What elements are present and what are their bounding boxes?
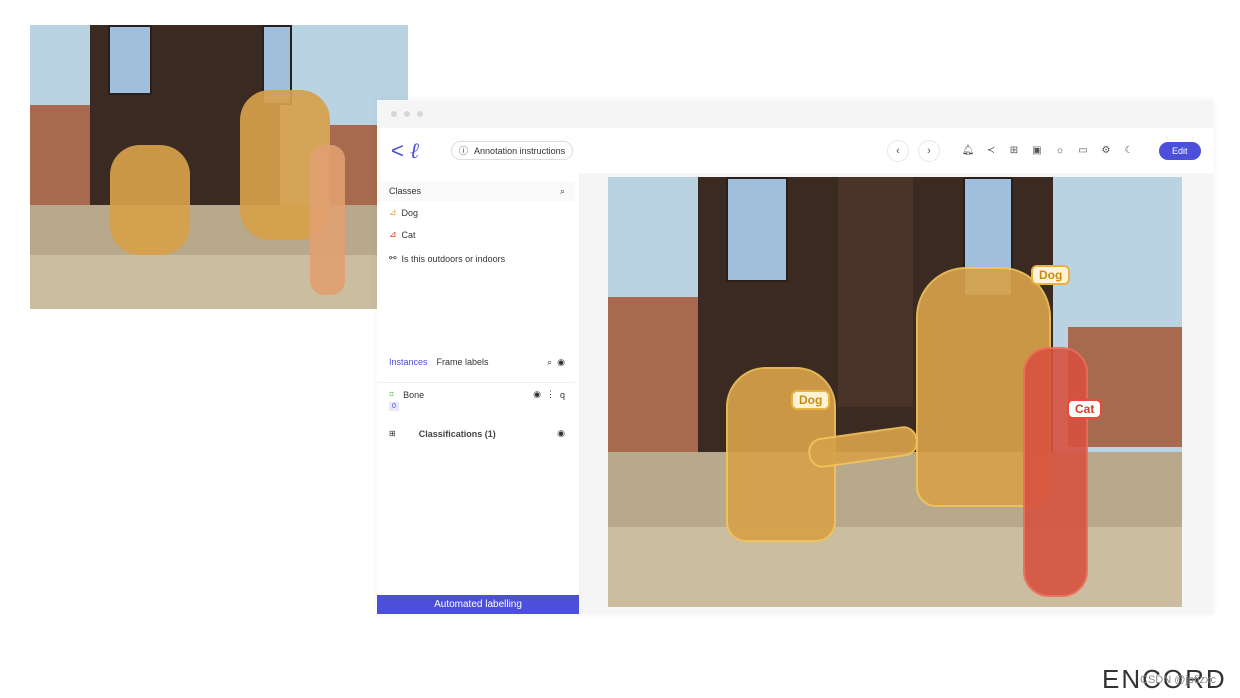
tab-frame-labels[interactable]: Frame labels	[437, 357, 489, 367]
app-logo-icon: ℓ	[409, 138, 420, 164]
polygon-icon: ⊿	[389, 229, 397, 239]
title-bar	[377, 100, 1213, 128]
instance-item[interactable]: ⌗ Bone ◉ ⋮ q	[377, 382, 575, 400]
share-icon[interactable]: ≺	[984, 145, 998, 156]
annotation-canvas[interactable]: Dog Dog Cat	[608, 177, 1182, 607]
left-sidebar: Classes ⌕ ⊿ Dog ⊿ Cat ⚯ Is this outdoors or …	[377, 173, 579, 595]
eye-icon[interactable]: ◉	[557, 357, 565, 368]
moon-icon[interactable]: ☾	[1122, 145, 1136, 156]
class-item-cat[interactable]: ⊿ Cat	[377, 229, 575, 240]
cat-mask[interactable]	[1023, 347, 1088, 597]
tab-instances[interactable]: Instances	[389, 357, 428, 367]
save-icon[interactable]: ▣	[1030, 145, 1044, 156]
previous-button[interactable]: ‹	[887, 139, 909, 162]
expand-icon[interactable]: ⊞	[389, 429, 396, 438]
sun-icon[interactable]: ☼	[1053, 145, 1067, 156]
original-photo	[30, 25, 408, 309]
search-icon[interactable]: ⌕	[560, 186, 565, 197]
label-cat[interactable]: Cat	[1067, 399, 1103, 419]
classification-icon: ⚯	[389, 253, 397, 263]
info-icon: ⓘ	[459, 146, 469, 156]
label-dog[interactable]: Dog	[791, 390, 831, 410]
search-icon[interactable]: ⌕	[547, 357, 552, 368]
watermark: CSDN @jpfizxc	[1140, 674, 1216, 686]
bell-icon[interactable]: 🔔︎	[961, 145, 975, 156]
eye-icon[interactable]: ◉	[533, 389, 541, 400]
edit-button[interactable]: Edit	[1159, 141, 1201, 160]
polygon-icon: ⊿	[389, 207, 397, 217]
next-button[interactable]: ›	[918, 139, 940, 162]
back-icon[interactable]: <	[391, 138, 404, 164]
bounding-box-icon: ⌗	[389, 389, 395, 399]
classes-title: Classes	[389, 186, 422, 196]
keyboard-icon[interactable]: ▭	[1076, 145, 1090, 156]
settings-icon[interactable]: ⚙︎	[1099, 145, 1113, 156]
classifications-group[interactable]: ⊞ Classifications (1) ◉	[377, 428, 575, 439]
automated-labelling-button[interactable]: Automated labelling	[377, 595, 579, 614]
class-item-dog[interactable]: ⊿ Dog	[377, 207, 575, 218]
more-icon[interactable]: ⋮	[546, 389, 555, 400]
annotation-app-window: < ℓ ⓘ Annotation instructions ‹ › 🔔︎ ≺ ⊞ ▣…	[377, 100, 1213, 614]
grid-add-icon[interactable]: ⊞	[1007, 145, 1021, 156]
annotation-instructions-button[interactable]: ⓘ Annotation instructions	[451, 141, 574, 160]
top-toolbar: < ℓ ⓘ Annotation instructions ‹ › 🔔︎ ≺ ⊞ ▣…	[377, 128, 1213, 173]
label-dog[interactable]: Dog	[1031, 265, 1071, 285]
eye-icon[interactable]: ◉	[557, 428, 565, 439]
object-count-badge: 0	[389, 402, 399, 411]
classification-item[interactable]: ⚯ Is this outdoors or indoors	[377, 253, 575, 264]
